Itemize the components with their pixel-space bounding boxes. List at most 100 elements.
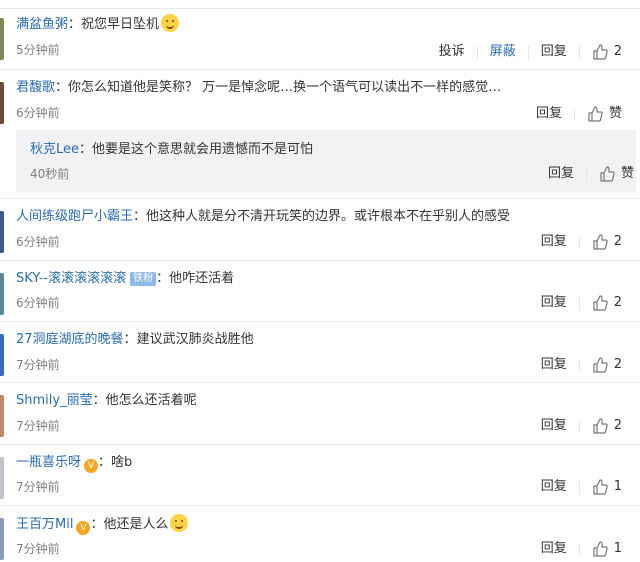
comment-line: 君馥歌：你怎么知道他是笑称？ 万一是悼念呢…换一个语气可以读出不一样的感觉…: [16, 78, 501, 98]
block-button[interactable]: 屏蔽: [490, 42, 516, 62]
avatar[interactable]: [0, 18, 4, 60]
like-button[interactable]: 2: [592, 416, 622, 436]
divider: [0, 8, 640, 9]
avatar[interactable]: [0, 334, 4, 376]
username-link[interactable]: 王百万Mil: [16, 517, 73, 532]
divider: [0, 505, 640, 506]
smile-emoji-icon: [161, 14, 180, 32]
avatar[interactable]: [0, 457, 4, 499]
separator: [578, 480, 580, 494]
comment-actions: 回复 赞: [536, 104, 622, 124]
comment-text: 他咋还活着: [169, 271, 235, 286]
thumbs-up-icon: [600, 166, 615, 182]
comment-actions: 回复 1: [541, 539, 622, 559]
timestamp: 6分钟前: [16, 106, 60, 120]
vip-badge-icon: V: [76, 521, 91, 535]
divider: [0, 382, 640, 383]
like-count: 2: [613, 44, 622, 59]
thumbs-up-icon: [588, 106, 603, 122]
like-count: 1: [613, 541, 622, 556]
divider: [0, 260, 640, 261]
comment-item: Shmily_丽莹：他怎么还活着呢 7分钟前 回复 2: [0, 391, 640, 446]
comment-line: 满盆鱼粥：祝您早日坠机: [16, 14, 180, 35]
divider: [0, 321, 640, 322]
reply-button[interactable]: 回复: [541, 293, 567, 313]
separator: [578, 45, 580, 59]
username-link[interactable]: 一瓶喜乐呀: [16, 455, 81, 470]
colon: ：: [55, 80, 69, 95]
comment-item: 一瓶喜乐呀 V ：啥b 7分钟前 回复 1: [0, 453, 640, 508]
reply-button[interactable]: 回复: [541, 42, 567, 62]
comment-line: 王百万Mil V ：他还是人么: [16, 514, 189, 535]
thumbs-up-icon: [593, 418, 608, 434]
comment-actions: 投诉 屏蔽 回复 2: [439, 42, 622, 62]
thumbs-up-icon: [593, 295, 608, 311]
like-count: 2: [613, 357, 622, 372]
colon: ：: [156, 271, 170, 286]
comment-line: Shmily_丽莹：他怎么还活着呢: [16, 391, 197, 411]
colon: ：: [68, 17, 82, 32]
separator: [578, 419, 580, 433]
like-button[interactable]: 赞: [599, 164, 634, 184]
timestamp: 6分钟前: [16, 235, 60, 249]
timestamp: 7分钟前: [16, 419, 60, 433]
reply-button[interactable]: 回复: [548, 164, 574, 184]
username-link[interactable]: Shmily_丽莹: [16, 393, 93, 408]
separator: [585, 167, 587, 181]
avatar[interactable]: [0, 82, 4, 124]
separator: [578, 235, 580, 249]
username-link[interactable]: 27洞庭湖底的晚餐: [16, 332, 124, 347]
reply-button[interactable]: 回复: [541, 232, 567, 252]
comment-line: 人间练级跑尸小霸王：他这种人就是分不清开玩笑的边界。或许根本不在乎别人的感受: [16, 207, 510, 227]
reply-button[interactable]: 回复: [541, 416, 567, 436]
comment-text: 他怎么还活着呢: [105, 393, 197, 408]
separator: [578, 358, 580, 372]
username-link[interactable]: 君馥歌: [16, 80, 55, 95]
report-button[interactable]: 投诉: [439, 42, 465, 62]
reply-button[interactable]: 回复: [536, 104, 562, 124]
comment-actions: 回复 2: [541, 232, 622, 252]
comment-item: 人间练级跑尸小霸王：他这种人就是分不清开玩笑的边界。或许根本不在乎别人的感受 6…: [0, 207, 640, 262]
like-button[interactable]: 1: [592, 477, 622, 497]
divider: [0, 69, 640, 70]
colon: ：: [90, 517, 104, 532]
like-button[interactable]: 2: [592, 232, 622, 252]
colon: ：: [92, 393, 106, 408]
avatar[interactable]: [0, 211, 4, 253]
timestamp: 6分钟前: [16, 296, 60, 310]
like-button[interactable]: 赞: [587, 104, 622, 124]
like-button[interactable]: 2: [592, 293, 622, 313]
separator: [578, 296, 580, 310]
like-count: 2: [613, 418, 622, 433]
avatar[interactable]: [0, 395, 4, 437]
reply-box: 秋克Lee：他要是这个意思就会用遗憾而不是可怕 40秒前 回复 赞: [16, 130, 636, 192]
thumbs-up-icon: [593, 234, 608, 250]
username-link[interactable]: 人间练级跑尸小霸王: [16, 209, 133, 224]
colon: ：: [123, 332, 137, 347]
colon: ：: [98, 455, 112, 470]
like-button[interactable]: 1: [592, 539, 622, 559]
thumbs-up-icon: [593, 357, 608, 373]
comment-line: SKY--滚滚滚滚滚滚 铁粉 ：他咋还活着: [16, 269, 234, 289]
colon: ：: [79, 142, 93, 157]
username-link[interactable]: SKY--滚滚滚滚滚滚: [16, 271, 126, 286]
avatar[interactable]: [0, 273, 4, 315]
reply-button[interactable]: 回复: [541, 477, 567, 497]
separator: [476, 45, 478, 59]
reply-button[interactable]: 回复: [541, 539, 567, 559]
username-link[interactable]: 秋克Lee: [30, 142, 79, 157]
divider: [0, 444, 640, 445]
reply-button[interactable]: 回复: [541, 355, 567, 375]
like-button[interactable]: 2: [592, 355, 622, 375]
comment-item: 满盆鱼粥：祝您早日坠机 5分钟前 投诉 屏蔽 回复 2: [0, 14, 640, 70]
thumbs-up-icon: [593, 479, 608, 495]
comment-line: 27洞庭湖底的晚餐：建议武汉肺炎战胜他: [16, 330, 254, 350]
like-button[interactable]: 2: [592, 42, 622, 62]
fan-badge: 铁粉: [130, 272, 157, 286]
comment-item: 王百万Mil V ：他还是人么 7分钟前 回复 1: [0, 514, 640, 562]
separator: [578, 542, 580, 556]
username-link[interactable]: 满盆鱼粥: [16, 17, 68, 32]
avatar[interactable]: [0, 518, 4, 560]
comment-actions: 回复 2: [541, 416, 622, 436]
divider: [0, 198, 640, 199]
